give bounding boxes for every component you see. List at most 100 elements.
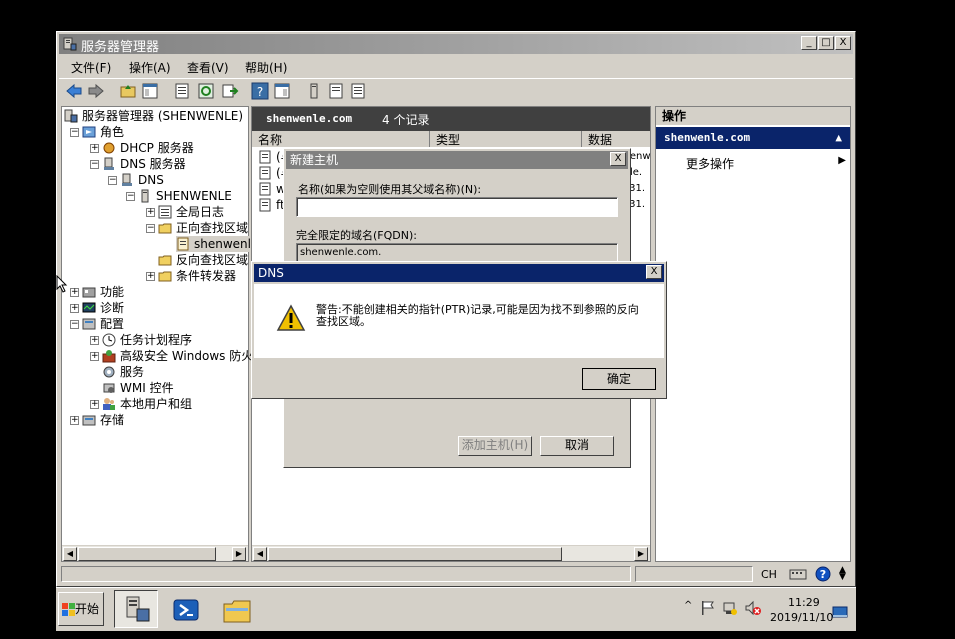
collapse-forward-zones[interactable]: −	[146, 224, 155, 233]
export-list-icon[interactable]	[221, 82, 239, 100]
tree-item-local-users[interactable]: 本地用户和组	[102, 396, 192, 412]
minimize-button[interactable]: _	[801, 36, 817, 50]
menu-help[interactable]: 帮助(H)	[245, 59, 287, 76]
col-header-type[interactable]: 类型	[432, 131, 582, 147]
tree-item-dns-server[interactable]: DNS 服务器	[102, 156, 186, 172]
refresh-icon[interactable]	[197, 82, 215, 100]
expand-global-logs[interactable]: +	[146, 208, 155, 217]
window-titlebar[interactable]: 服务器管理器 _ □ X	[59, 34, 853, 55]
collapse-up-icon[interactable]: ▲	[835, 127, 842, 149]
actions-section-header[interactable]: shenwenle.com ▲	[656, 127, 850, 149]
tree-item-reverse-zones[interactable]: 反向查找区域	[158, 252, 248, 268]
expand-storage[interactable]: +	[70, 416, 79, 425]
new-host-close-button[interactable]: X	[610, 152, 626, 166]
expand-cond-fwd[interactable]: +	[146, 272, 155, 281]
cancel-button[interactable]: 取消	[540, 436, 614, 456]
scroll-right-arrow[interactable]: ▶	[634, 547, 648, 561]
dns-close-button[interactable]: X	[646, 265, 662, 279]
options-chevron-icon[interactable]: ▲ ▼	[839, 566, 846, 582]
menu-action[interactable]: 操作(A)	[129, 59, 171, 76]
warning-icon	[276, 304, 306, 331]
menu-file[interactable]: 文件(F)	[71, 59, 111, 76]
results-hscrollbar[interactable]: ◀ ▶	[252, 545, 650, 561]
computer-icon	[141, 189, 149, 203]
help-circle-icon[interactable]: ?	[815, 566, 831, 582]
tree-item-host[interactable]: SHENWENLE	[138, 188, 232, 204]
collapse-dns[interactable]: −	[108, 176, 117, 185]
show-tree-icon[interactable]	[141, 82, 159, 100]
collapse-dns-server[interactable]: −	[90, 160, 99, 169]
close-button[interactable]: X	[835, 36, 851, 50]
tree-item-forward-zones[interactable]: 正向查找区域	[158, 220, 248, 236]
taskbar-server-manager[interactable]	[114, 590, 158, 628]
results-header: shenwenle.com 4 个记录	[252, 107, 650, 131]
record-icon[interactable]	[327, 82, 345, 100]
back-arrow-icon[interactable]	[65, 82, 83, 100]
collapse-roles[interactable]: −	[70, 128, 79, 137]
record-icon	[259, 166, 271, 180]
expand-features[interactable]: +	[70, 288, 79, 297]
tree-label-dns: DNS	[138, 173, 164, 187]
col-header-name[interactable]: 名称	[252, 131, 430, 147]
lang-indicator[interactable]: CH	[761, 568, 777, 581]
more-actions-item[interactable]: 更多操作 ▶	[686, 155, 846, 171]
tree-hscrollbar[interactable]: ◀ ▶	[62, 545, 248, 561]
menu-view[interactable]: 查看(V)	[187, 59, 229, 76]
expand-local-users[interactable]: +	[90, 400, 99, 409]
tree-item-config[interactable]: 配置	[82, 316, 124, 332]
status-panel	[61, 566, 631, 582]
tree-item-roles[interactable]: 角色	[82, 124, 124, 140]
expand-dhcp[interactable]: +	[90, 144, 99, 153]
tree-item-firewall[interactable]: 高级安全 Windows 防火墙	[102, 348, 265, 364]
show-action-pane-icon[interactable]	[273, 82, 291, 100]
volume-muted-icon[interactable]	[744, 600, 762, 616]
show-desktop-icon[interactable]	[832, 604, 848, 620]
scroll-right-arrow[interactable]: ▶	[232, 547, 246, 561]
tree-root[interactable]: 服务器管理器 (SHENWENLE)	[64, 108, 243, 124]
collapse-config[interactable]: −	[70, 320, 79, 329]
clock-date[interactable]: 2019/11/10	[770, 611, 833, 624]
help-icon[interactable]: ?	[251, 82, 269, 100]
tree-item-diagnostics[interactable]: 诊断	[82, 300, 124, 316]
show-hidden-icons-chevron-icon[interactable]: ^	[684, 600, 692, 611]
expand-diagnostics[interactable]: +	[70, 304, 79, 313]
dns-dialog-titlebar[interactable]: DNS	[254, 264, 664, 282]
expand-firewall[interactable]: +	[90, 352, 99, 361]
host-name-input[interactable]	[296, 197, 618, 217]
record-list-icon[interactable]	[349, 82, 367, 100]
start-button[interactable]: 开始	[58, 592, 104, 626]
properties-icon[interactable]	[173, 82, 191, 100]
up-folder-icon[interactable]	[119, 82, 137, 100]
tree-item-dhcp[interactable]: DHCP 服务器	[102, 140, 194, 156]
add-host-button[interactable]: 添加主机(H)	[458, 436, 532, 456]
clock-time[interactable]: 11:29	[788, 596, 820, 609]
network-icon[interactable]	[722, 600, 738, 616]
tree-label-firewall: 高级安全 Windows 防火墙	[120, 349, 266, 363]
tree-item-cond-fwd[interactable]: 条件转发器	[158, 268, 236, 284]
keyboard-icon[interactable]	[789, 567, 807, 581]
scroll-left-arrow[interactable]: ◀	[253, 547, 267, 561]
tree-item-wmi[interactable]: WMI 控件	[102, 380, 174, 396]
collapse-host[interactable]: −	[126, 192, 135, 201]
folder-icon	[223, 600, 251, 623]
tree-item-dns[interactable]: DNS	[120, 172, 164, 188]
new-host-titlebar[interactable]: 新建主机	[286, 151, 628, 169]
tree-item-global-logs[interactable]: 全局日志	[158, 204, 224, 220]
expand-task-sched[interactable]: +	[90, 336, 99, 345]
scroll-thumb[interactable]	[78, 547, 216, 561]
forward-arrow-icon[interactable]	[87, 82, 105, 100]
ok-button[interactable]: 确定	[582, 368, 656, 390]
flag-icon[interactable]	[700, 600, 716, 616]
tree-item-features[interactable]: 功能	[82, 284, 124, 300]
scroll-left-arrow[interactable]: ◀	[63, 547, 77, 561]
maximize-button[interactable]: □	[818, 36, 834, 50]
dns-server-icon	[104, 157, 114, 170]
tree-item-services[interactable]: 服务	[102, 364, 144, 380]
taskbar-explorer[interactable]	[218, 594, 254, 626]
scroll-thumb[interactable]	[268, 547, 562, 561]
taskbar-powershell[interactable]	[168, 594, 204, 626]
tree-item-task-sched[interactable]: 任务计划程序	[102, 332, 192, 348]
server-icon[interactable]	[305, 82, 323, 100]
col-header-data[interactable]: 数据	[584, 131, 650, 147]
tree-item-storage[interactable]: 存储	[82, 412, 124, 428]
